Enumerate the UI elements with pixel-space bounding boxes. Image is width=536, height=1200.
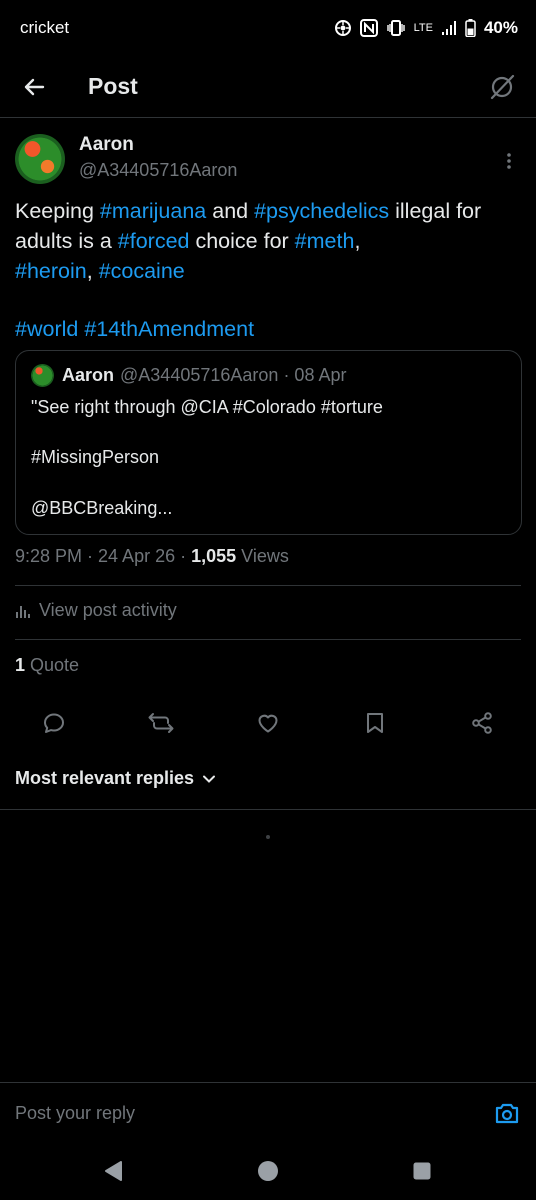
view-activity-label: View post activity <box>39 600 177 620</box>
action-bar <box>0 702 536 744</box>
hashtag-link[interactable]: #meth <box>295 229 355 253</box>
share-button[interactable] <box>461 702 503 744</box>
page-title: Post <box>88 73 138 99</box>
author-row: Aaron @A34405716Aaron <box>15 134 521 188</box>
bar-chart-icon <box>16 605 30 618</box>
more-vertical-icon <box>507 153 511 169</box>
quoted-date: · 08 Apr <box>283 365 347 385</box>
post-timestamp: 9:28 PM · 24 Apr 26 · <box>15 546 192 566</box>
post-text-segment: , <box>86 259 99 283</box>
loading-indicator <box>266 835 270 839</box>
hashtag-link[interactable]: #14thAmendment <box>84 317 254 341</box>
triangle-back-icon <box>105 1161 122 1181</box>
views-label: Views <box>236 546 289 566</box>
author-handle[interactable]: @A34405716Aaron <box>79 160 237 181</box>
grok-icon <box>490 74 515 100</box>
battery-level: 40% <box>483 18 518 37</box>
post-screen: cricket LTE 40% Post Aaron @A34405716Aar… <box>0 0 536 1200</box>
repost-button[interactable] <box>140 702 182 744</box>
avatar[interactable] <box>15 134 65 184</box>
nav-home-button[interactable] <box>253 1156 283 1186</box>
quoted-post[interactable]: Aaron @A34405716Aaron · 08 Apr "See right… <box>15 350 522 535</box>
divider <box>15 585 521 586</box>
quotes-label: Quote <box>25 655 80 675</box>
replies-sort-label: Most relevant replies <box>15 768 195 788</box>
nav-back-button[interactable] <box>98 1156 128 1186</box>
nfc-icon <box>359 19 378 37</box>
reply-composer: Post your reply <box>0 1082 536 1142</box>
chevron-down-icon <box>203 775 216 783</box>
bookmark-button[interactable] <box>354 702 396 744</box>
reply-button[interactable] <box>33 702 75 744</box>
hotspot-icon <box>334 20 351 36</box>
quoted-text-line: @BBCBreaking... <box>31 498 173 518</box>
back-button[interactable] <box>14 67 54 107</box>
quoted-author-handle: @A34405716Aaron <box>120 365 279 385</box>
replies-sort-dropdown[interactable]: Most relevant replies <box>15 768 216 789</box>
status-bar: cricket LTE 40% <box>0 0 536 56</box>
hashtag-link[interactable]: #psychedelics <box>254 199 389 223</box>
quoted-header: Aaron @A34405716Aaron · 08 Apr <box>62 365 346 386</box>
square-recents-icon <box>413 1162 431 1180</box>
post-text-segment: Keeping <box>15 199 100 223</box>
reply-icon <box>44 713 64 733</box>
view-activity-link[interactable]: View post activity <box>15 600 177 621</box>
author-name[interactable]: Aaron <box>79 134 134 156</box>
vibrate-icon <box>386 20 405 36</box>
quotes-stat[interactable]: 1 Quote <box>15 655 79 676</box>
reply-input[interactable]: Post your reply <box>15 1103 135 1124</box>
quoted-text-line: #MissingPerson <box>31 447 160 467</box>
camera-icon <box>495 1103 519 1124</box>
signal-icon <box>441 21 456 35</box>
quoted-author-name: Aaron <box>62 365 115 385</box>
post-text-segment: , <box>354 229 361 253</box>
post-text-segment: choice for <box>189 229 295 253</box>
nav-recents-button[interactable] <box>407 1156 437 1186</box>
hashtag-link[interactable]: #marijuana <box>100 199 206 223</box>
network-type-label: LTE <box>413 21 433 34</box>
arrow-left-icon <box>24 78 45 95</box>
system-nav-bar <box>0 1142 536 1200</box>
views-count: 1,055 <box>191 546 237 566</box>
heart-icon <box>258 714 278 733</box>
quoted-avatar <box>31 364 54 387</box>
divider <box>15 639 521 640</box>
hashtag-link[interactable]: #heroin <box>15 259 87 283</box>
like-button[interactable] <box>247 702 289 744</box>
post-text-line: #world #14thAmendment <box>15 314 521 344</box>
camera-button[interactable] <box>492 1098 522 1128</box>
post-meta: 9:28 PM · 24 Apr 26 · 1,055 Views <box>15 546 289 567</box>
circle-home-icon <box>258 1161 278 1181</box>
status-icons: LTE 40% <box>334 18 518 38</box>
app-bar: Post <box>0 56 536 118</box>
share-icon <box>472 712 492 734</box>
hashtag-link[interactable]: #cocaine <box>99 259 185 283</box>
battery-icon <box>465 19 476 37</box>
grok-button[interactable] <box>482 67 522 107</box>
bookmark-icon <box>367 713 383 733</box>
quotes-count: 1 <box>15 655 26 675</box>
divider <box>0 809 536 810</box>
carrier-label: cricket <box>20 18 70 37</box>
hashtag-link[interactable]: #world <box>15 317 78 341</box>
post-text: Keeping #marijuana and #psychedelics ill… <box>15 196 521 344</box>
more-options-button[interactable] <box>497 146 521 176</box>
quoted-text-line: "See right through @CIA #Colorado #tortu… <box>31 397 383 417</box>
post-text-segment: and <box>206 199 255 223</box>
hashtag-link[interactable]: #forced <box>118 229 190 253</box>
repost-icon <box>148 713 174 733</box>
